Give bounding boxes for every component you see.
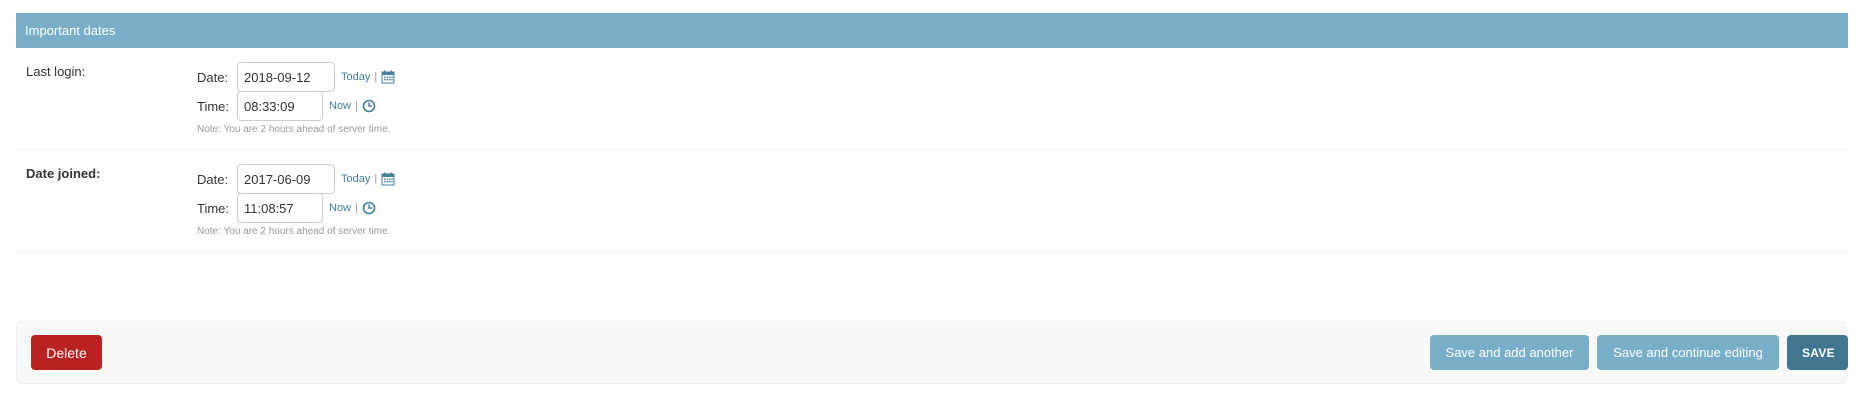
shortcut-separator: | <box>355 100 358 112</box>
fieldset-title: Important dates <box>16 13 1848 48</box>
calendar-icon[interactable] <box>381 172 395 186</box>
date-joined-date-field: Date: Today | <box>197 164 395 194</box>
save-and-continue-button[interactable]: Save and continue editing <box>1597 335 1779 370</box>
timezone-note: Note: You are 2 hours ahead of server ti… <box>197 226 391 237</box>
clock-icon[interactable] <box>362 99 376 113</box>
now-link[interactable]: Now <box>329 202 351 214</box>
last-login-date-input[interactable] <box>237 62 335 92</box>
date-joined-time-input[interactable] <box>237 193 323 223</box>
clock-icon[interactable] <box>362 201 376 215</box>
form-row-date-joined: Date joined: Date: Today | <box>16 150 1848 253</box>
now-link[interactable]: Now <box>329 100 351 112</box>
shortcut-separator: | <box>374 71 378 83</box>
today-link[interactable]: Today <box>341 71 370 83</box>
delete-button[interactable]: Delete <box>31 335 102 370</box>
time-label: Time: <box>197 200 230 216</box>
submit-row: Delete Save and add another Save and con… <box>16 322 1848 384</box>
last-login-time-field: Time: Now | <box>197 91 376 121</box>
time-label: Time: <box>197 98 230 114</box>
last-login-time-input[interactable] <box>237 91 323 121</box>
date-joined-label: Date joined: <box>26 166 101 181</box>
today-link[interactable]: Today <box>341 173 370 185</box>
date-label: Date: <box>197 69 229 85</box>
save-button[interactable]: SAVE <box>1787 335 1848 370</box>
admin-change-form: Important dates Last login: Date: Today … <box>0 0 1864 420</box>
shortcut-separator: | <box>374 173 378 185</box>
date-joined-time-field: Time: Now | <box>197 193 376 223</box>
shortcut-separator: | <box>355 202 358 214</box>
date-label: Date: <box>197 171 229 187</box>
calendar-icon[interactable] <box>381 70 395 84</box>
date-joined-date-input[interactable] <box>237 164 335 194</box>
last-login-date-field: Date: Today | <box>197 62 395 92</box>
timezone-note: Note: You are 2 hours ahead of server ti… <box>197 124 391 135</box>
last-login-label: Last login: <box>26 64 86 79</box>
save-and-add-another-button[interactable]: Save and add another <box>1430 335 1589 370</box>
form-row-last-login: Last login: Date: Today | <box>16 48 1848 150</box>
